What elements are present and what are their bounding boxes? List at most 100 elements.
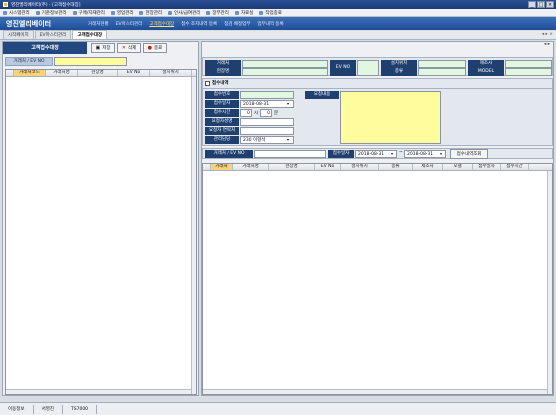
col-ev-no[interactable]: EV No [118, 70, 150, 76]
col-location[interactable]: 설치위치 [150, 70, 192, 76]
left-grid: 거래처코드 거래처명 현장명 EV No 설치위치 [5, 69, 197, 395]
col-receipt-time[interactable]: 접수시간 [501, 164, 529, 170]
col-customer-code[interactable]: 거래처코드 [14, 70, 46, 76]
nav-receipt-ledger[interactable]: 고객접수대장 [149, 21, 174, 27]
requester-label: 요청자성명 [205, 118, 239, 126]
filter-date-label: 접수일자 [328, 150, 354, 158]
site-label: 현장명 [205, 68, 241, 76]
col-customer-name[interactable]: 거래처명 [233, 164, 269, 170]
left-grid-hscrollbar[interactable] [6, 389, 191, 394]
contact-input[interactable] [240, 127, 294, 135]
tab-receipt-ledger[interactable]: 고객접수대장 [72, 30, 108, 39]
divider [203, 88, 552, 89]
chevron-down-icon[interactable]: ▾ [287, 137, 289, 142]
menu-icon [139, 10, 144, 15]
request-content-label: 요청내용 [305, 91, 339, 99]
menu-item-purchase[interactable]: 구매/자재관리 [72, 10, 105, 16]
left-grid-header: 거래처코드 거래처명 현장명 EV No 설치위치 [6, 70, 196, 77]
receipt-grid-scrollbar[interactable] [547, 171, 552, 394]
model-label: MODEL [468, 68, 504, 76]
nav-inspection-assign[interactable]: 점검 배정업무 [224, 21, 250, 27]
menu-item-hr[interactable]: 인사/급여관리 [168, 10, 200, 16]
search-input[interactable] [54, 57, 127, 66]
status-info: 이동정보 [0, 404, 34, 414]
col-type[interactable]: 종류 [379, 164, 413, 170]
request-content-textarea[interactable] [340, 91, 441, 144]
nav-ev-master[interactable]: EV마스터관리 [116, 21, 143, 27]
hour-input[interactable]: 0 [240, 109, 252, 117]
nav-customer-list[interactable]: 거래처현황 [88, 21, 109, 27]
minimize-button[interactable]: _ [528, 1, 536, 8]
tab-ev-master[interactable]: EV마스터관리 [34, 30, 72, 39]
menu-item-ledger[interactable]: 장부관리 [206, 10, 229, 16]
col-customer-name[interactable]: 거래처명 [46, 70, 78, 76]
col-site-name[interactable]: 현장명 [78, 70, 118, 76]
left-grid-scrollbar[interactable] [191, 77, 196, 394]
nav-work-register[interactable]: 업무내역 등록 [257, 21, 283, 27]
tab-scroll-arrows-icon[interactable]: ◂ ▸ × [542, 32, 553, 37]
manager-label: 관리담당 [205, 136, 239, 144]
filter-customer-label: 거래처 / EV NO [205, 150, 253, 158]
manager-select[interactable]: 230 이형석 [240, 136, 294, 144]
col-maker[interactable]: 제조사 [413, 164, 443, 170]
col-location[interactable]: 설치위치 [341, 164, 379, 170]
requester-input[interactable] [240, 118, 294, 126]
menu-icon [234, 10, 239, 15]
menu-icon [35, 10, 40, 15]
nav-action-register[interactable]: 접수 조치내역 등록 [181, 21, 217, 27]
search-label: 거래처 / EV NO [5, 57, 53, 66]
chevron-down-icon[interactable]: ▾ [287, 101, 289, 106]
menu-item-exit[interactable]: 작업종료 [259, 10, 282, 16]
menu-item-site[interactable]: 현장관리 [139, 10, 162, 16]
maximize-button[interactable]: □ [537, 1, 545, 8]
checkbox-icon[interactable] [205, 80, 210, 86]
chevron-down-icon[interactable]: ▾ [391, 151, 393, 156]
close-window-button[interactable]: × [546, 1, 554, 8]
filter-bar: 거래처 / EV NO 접수일자 2018-08-31 ▾ ~ 2018-08-… [202, 148, 553, 159]
chevron-down-icon[interactable]: ▾ [440, 151, 442, 156]
site-field [242, 68, 328, 76]
page-title: 고객접수대장 [3, 42, 87, 54]
receipt-no-label: 접수번호 [205, 91, 239, 99]
receipt-section-header: 접수내역 [205, 80, 229, 86]
menu-icon [110, 10, 115, 15]
minute-input[interactable]: 0 [260, 109, 272, 117]
menu-item-system[interactable]: 시스템관리 [3, 10, 30, 16]
maker-field [505, 60, 552, 68]
receipt-no-field [240, 91, 294, 99]
receipt-date-label: 접수일자 [205, 100, 239, 108]
app-banner: 영진엘리베이터 거래처현황 EV마스터관리 고객접수대장 접수 조치내역 등록 … [0, 17, 556, 30]
type-field [418, 68, 466, 76]
receipt-date-picker[interactable]: 2018-08-31 [240, 100, 294, 108]
col-ev-no[interactable]: EV No [315, 164, 341, 170]
menu-item-master[interactable]: 기준정보관리 [35, 10, 67, 16]
col-customer[interactable]: 거래처 [211, 164, 233, 170]
location-label: 설치위치 [381, 60, 417, 68]
location-field [418, 60, 466, 68]
contact-label: 요청자 연락처 [205, 127, 239, 135]
save-button[interactable]: ▣ 저장 [91, 43, 115, 53]
filter-customer-input[interactable] [254, 150, 326, 158]
right-panel: ◂ ▸ 거래처 현장명 EV NO 설치위치 종류 제조사 MODEL 접수내역… [201, 41, 554, 396]
menu-item-sales[interactable]: 영업관리 [110, 10, 133, 16]
hour-unit: 시 [254, 111, 259, 116]
receipt-search-button[interactable]: 접수내역조회 [450, 149, 488, 159]
close-button[interactable]: ● 종료 [143, 43, 167, 53]
app-icon [3, 2, 8, 7]
menu-bar: 시스템관리 기준정보관리 구매/자재관리 영업관리 현장관리 인사/급여관리 장… [0, 9, 556, 17]
col-site-name[interactable]: 현장명 [269, 164, 315, 170]
col-receipt-date[interactable]: 접수일자 [473, 164, 501, 170]
status-bar: 이동정보 서영진 TS7000 [0, 402, 556, 415]
receipt-grid-header: 거래처 거래처명 현장명 EV No 설치위치 종류 제조사 모델 접수일자 접… [203, 164, 552, 171]
save-icon: ▣ [95, 45, 101, 51]
tab-start-page[interactable]: 시작페이지 [3, 30, 34, 39]
window-titlebar: 영진엘리베이터(주) - [고객접수대장] _ □ × [0, 0, 556, 9]
delete-button[interactable]: ✕ 삭제 [117, 43, 141, 53]
panel-pin-icon[interactable]: ◂ ▸ [544, 42, 550, 47]
receipt-grid-hscrollbar[interactable] [203, 389, 547, 394]
col-model[interactable]: 모델 [443, 164, 473, 170]
type-label: 종류 [381, 68, 417, 76]
minute-unit: 분 [274, 111, 279, 116]
status-server: TS7000 [63, 404, 98, 414]
menu-item-docs[interactable]: 자료실 [234, 10, 253, 16]
